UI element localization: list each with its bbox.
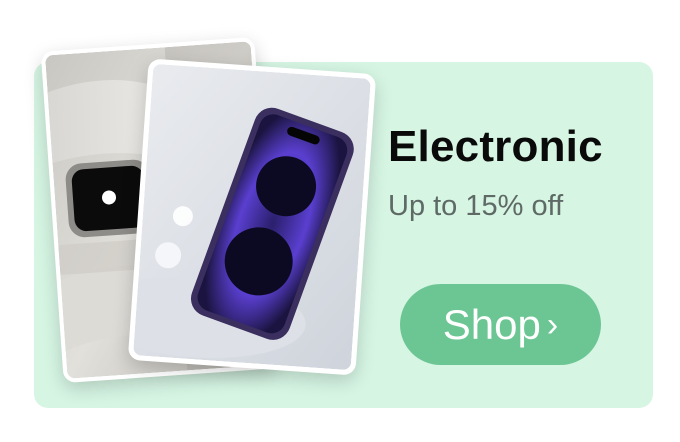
promo-subtitle: Up to 15% off (388, 190, 564, 222)
shop-button[interactable]: Shop › (400, 284, 601, 365)
chevron-right-icon: › (546, 306, 559, 344)
promo-title: Electronic (388, 122, 603, 171)
smartphone-photo (127, 58, 377, 376)
shop-button-label: Shop (442, 300, 541, 348)
